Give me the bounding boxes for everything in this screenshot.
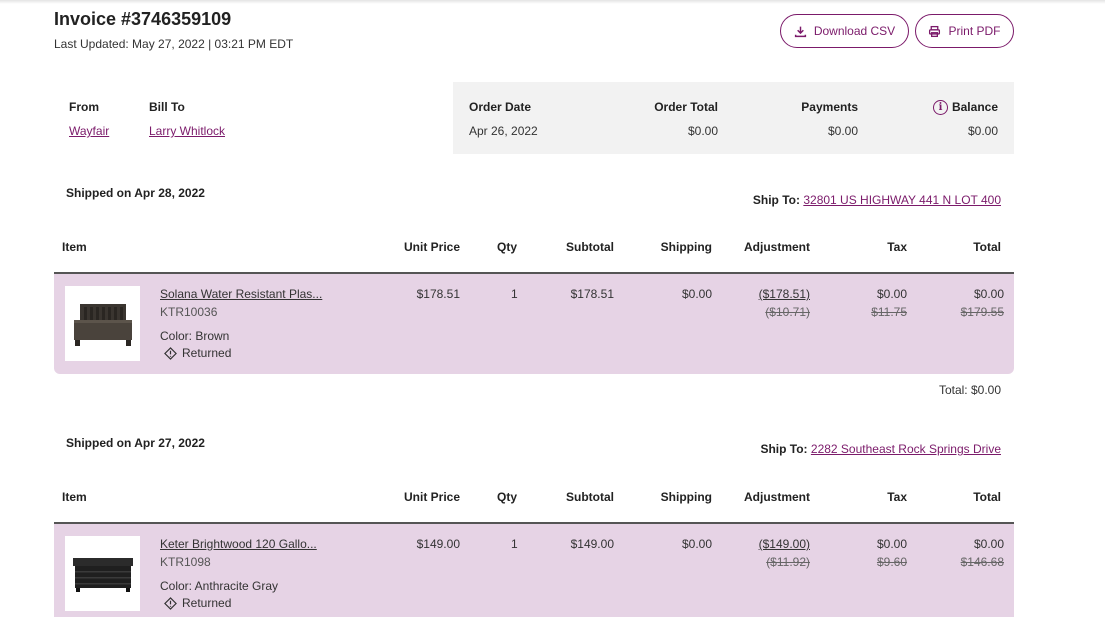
- product-color: Color: Anthracite Gray: [160, 579, 279, 593]
- product-thumbnail[interactable]: [65, 286, 140, 361]
- info-icon[interactable]: i: [932, 100, 948, 116]
- line-total-original: $146.68: [960, 555, 1004, 569]
- invoice-page: Invoice #3746359109 Last Updated: May 27…: [0, 0, 1105, 617]
- subtotal: $149.00: [570, 537, 614, 551]
- tax: $0.00: [876, 287, 907, 301]
- col-qty: Qty: [497, 240, 518, 254]
- col-unit-price: Unit Price: [403, 240, 460, 254]
- product-color: Color: Brown: [160, 329, 230, 343]
- adjustment-link[interactable]: ($149.00): [759, 537, 810, 551]
- return-status-label: Returned: [182, 346, 232, 360]
- return-status-label: Returned: [182, 596, 232, 610]
- tax-original: $9.60: [876, 555, 907, 569]
- col-subtotal: Subtotal: [566, 240, 614, 254]
- tax-original: $11.75: [871, 305, 907, 319]
- top-bar-shadow: [0, 0, 1105, 4]
- payments-label: Payments: [801, 100, 858, 114]
- from-link[interactable]: Wayfair: [69, 124, 109, 138]
- shipping: $0.00: [681, 537, 712, 551]
- product-name-link[interactable]: Solana Water Resistant Plas...: [160, 287, 322, 301]
- return-status: Returned: [164, 346, 231, 360]
- col-subtotal: Subtotal: [566, 490, 614, 504]
- order-date-value: Apr 26, 2022: [469, 124, 538, 138]
- tax: $0.00: [876, 537, 907, 551]
- summary-parties: From Wayfair Bill To Larry Whitlock: [54, 82, 453, 154]
- line-total: $0.00: [973, 287, 1004, 301]
- unit-price: $149.00: [416, 537, 460, 551]
- bill-to-label: Bill To: [149, 100, 185, 114]
- balance-header: i Balance: [932, 100, 998, 116]
- line-total-original: $179.55: [960, 305, 1004, 319]
- shipment-date: Shipped on Apr 27, 2022: [66, 436, 205, 450]
- return-diamond-icon: [164, 346, 177, 360]
- col-tax: Tax: [887, 490, 907, 504]
- ship-to: Ship To: 2282 Southeast Rock Springs Dri…: [760, 442, 1001, 456]
- col-total: Total: [973, 240, 1001, 254]
- col-shipping: Shipping: [660, 240, 712, 254]
- col-adjustment: Adjustment: [744, 490, 810, 504]
- col-unit-price: Unit Price: [403, 490, 460, 504]
- order-total-value: $0.00: [687, 124, 718, 138]
- print-pdf-button[interactable]: Print PDF: [915, 14, 1014, 48]
- shipment-date: Shipped on Apr 28, 2022: [66, 186, 205, 200]
- ship-to-label: Ship To:: [760, 442, 808, 456]
- product-sku: KTR10036: [160, 305, 218, 319]
- product-sku: KTR1098: [160, 555, 211, 569]
- adjustment-link[interactable]: ($178.51): [759, 287, 810, 301]
- download-icon: [794, 26, 806, 37]
- balance-value: $0.00: [967, 124, 998, 138]
- line-total: $0.00: [973, 537, 1004, 551]
- quantity: 1: [511, 287, 518, 301]
- return-status: Returned: [164, 596, 231, 610]
- summary-totals: Order Date Apr 26, 2022 Order Total $0.0…: [453, 82, 1014, 154]
- payments-value: $0.00: [827, 124, 858, 138]
- col-item: Item: [62, 490, 87, 504]
- last-updated-text: Last Updated: May 27, 2022 | 03:21 PM ED…: [54, 37, 294, 51]
- col-tax: Tax: [887, 240, 907, 254]
- product-name-link[interactable]: Keter Brightwood 120 Gallo...: [160, 537, 317, 551]
- ship-to-address-link[interactable]: 2282 Southeast Rock Springs Drive: [811, 442, 1001, 456]
- ship-to-label: Ship To:: [752, 193, 800, 207]
- storage-bench-image: [73, 303, 132, 346]
- unit-price: $178.51: [416, 287, 460, 301]
- shipping: $0.00: [681, 287, 712, 301]
- adjustment-original: ($10.71): [765, 305, 810, 319]
- page-title: Invoice #3746359109: [54, 9, 232, 29]
- table-row: Keter Brightwood 120 Gallo... KTR1098 Co…: [54, 524, 1014, 617]
- bill-to-link[interactable]: Larry Whitlock: [149, 124, 225, 138]
- col-total: Total: [973, 490, 1001, 504]
- col-item: Item: [62, 240, 87, 254]
- return-diamond-icon: [164, 596, 177, 610]
- col-shipping: Shipping: [660, 490, 712, 504]
- download-csv-button[interactable]: Download CSV: [780, 14, 909, 48]
- print-pdf-label: Print PDF: [948, 24, 1001, 38]
- product-thumbnail[interactable]: [65, 536, 140, 611]
- printer-icon: [929, 25, 941, 37]
- ship-to-address-link[interactable]: 32801 US HIGHWAY 441 N LOT 400: [803, 193, 1001, 207]
- balance-label: Balance: [951, 100, 998, 114]
- ship-to: Ship To: 32801 US HIGHWAY 441 N LOT 400: [753, 193, 1001, 207]
- order-total-label: Order Total: [654, 100, 718, 114]
- adjustment-original: ($11.92): [766, 555, 810, 569]
- col-qty: Qty: [497, 490, 518, 504]
- deck-box-image: [72, 557, 133, 592]
- quantity: 1: [511, 537, 518, 551]
- download-csv-label: Download CSV: [813, 24, 896, 38]
- table-row: Solana Water Resistant Plas... KTR10036 …: [54, 274, 1014, 374]
- col-adjustment: Adjustment: [744, 240, 810, 254]
- order-date-label: Order Date: [469, 100, 532, 114]
- subtotal: $178.51: [570, 287, 614, 301]
- from-label: From: [69, 100, 99, 114]
- shipment-total: Total: $0.00: [938, 383, 1001, 397]
